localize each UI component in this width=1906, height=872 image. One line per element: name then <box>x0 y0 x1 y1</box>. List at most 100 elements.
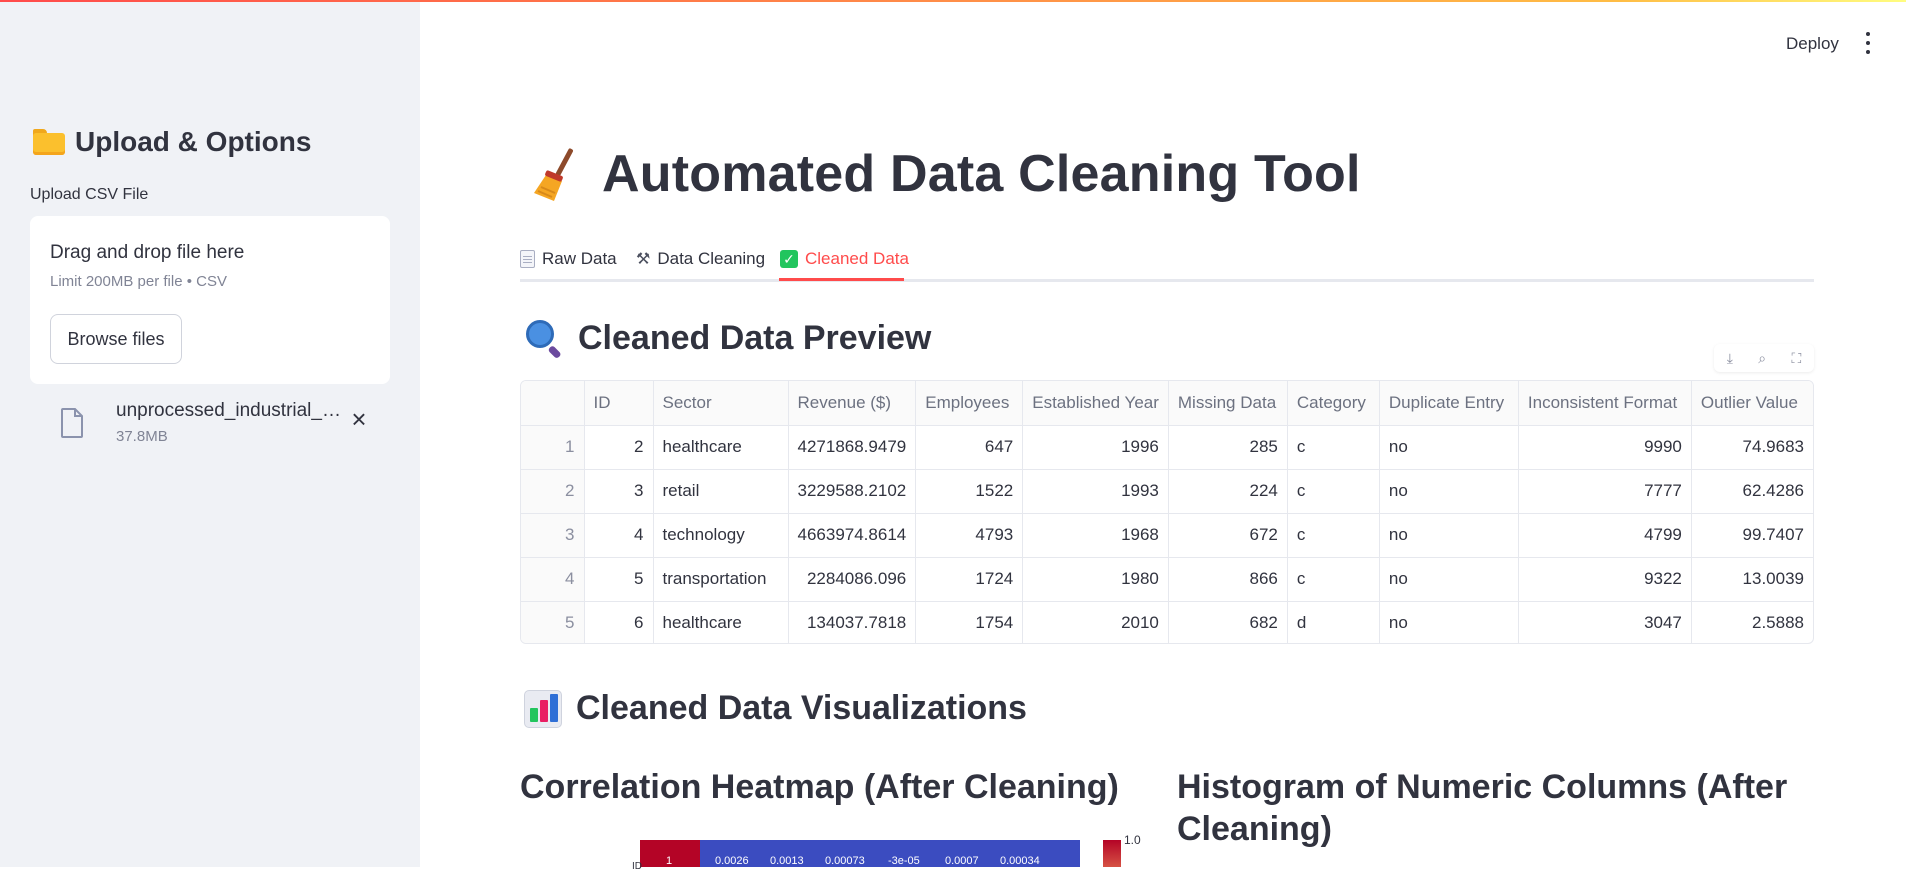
table-cell[interactable]: healthcare <box>653 601 789 643</box>
table-cell[interactable]: 1522 <box>915 469 1024 514</box>
table-cell[interactable]: 682 <box>1168 601 1288 643</box>
table-cell[interactable]: d <box>1287 601 1380 643</box>
row-index: 3 <box>521 513 585 558</box>
table-cell[interactable]: 99.7407 <box>1691 513 1813 558</box>
table-cell[interactable]: 1724 <box>915 557 1024 602</box>
table-cell[interactable]: 4271868.9479 <box>788 425 917 470</box>
table-cell[interactable]: 285 <box>1168 425 1288 470</box>
column-header[interactable]: Missing Data <box>1168 381 1288 426</box>
column-header[interactable]: Established Year <box>1022 381 1169 426</box>
table-cell[interactable]: 74.9683 <box>1691 425 1813 470</box>
table-cell[interactable]: 1754 <box>915 601 1024 643</box>
table-cell[interactable]: 2 <box>584 425 654 470</box>
tab-data-cleaning[interactable]: ⚒ Data Cleaning <box>636 244 765 274</box>
table-cell[interactable]: 9322 <box>1518 557 1692 602</box>
table-cell[interactable]: retail <box>653 469 789 514</box>
table-cell[interactable]: 2.5888 <box>1691 601 1813 643</box>
kebab-menu-icon[interactable] <box>1864 32 1872 54</box>
top-decoration-line <box>0 0 1906 2</box>
heatmap-title: Correlation Heatmap (After Cleaning) <box>520 768 1119 806</box>
heatmap-cell-label: 0.00073 <box>825 855 865 867</box>
tab-raw-data[interactable]: Raw Data <box>520 244 617 274</box>
table-cell[interactable]: 5 <box>584 557 654 602</box>
table-cell[interactable]: 1980 <box>1022 557 1169 602</box>
table-cell[interactable]: 134037.7818 <box>788 601 917 643</box>
table-cell[interactable]: 1996 <box>1022 425 1169 470</box>
heatmap-cell-label: -3e-05 <box>888 855 920 867</box>
column-header-index[interactable] <box>521 381 585 426</box>
column-header[interactable]: Outlier Value <box>1691 381 1813 426</box>
tab-cleaned-data[interactable]: ✓ Cleaned Data <box>780 244 909 274</box>
table-cell[interactable]: 1993 <box>1022 469 1169 514</box>
table-cell[interactable]: 6 <box>584 601 654 643</box>
active-tab-indicator <box>779 278 904 281</box>
deploy-button[interactable]: Deploy <box>1786 34 1839 54</box>
remove-file-icon[interactable]: × <box>348 406 370 432</box>
table-cell[interactable]: 4799 <box>1518 513 1692 558</box>
column-header[interactable]: Duplicate Entry <box>1379 381 1519 426</box>
column-header[interactable]: Category <box>1287 381 1380 426</box>
browse-files-button[interactable]: Browse files <box>50 314 182 364</box>
row-index: 1 <box>521 425 585 470</box>
sidebar-header: Upload & Options <box>33 126 311 158</box>
check-icon: ✓ <box>780 250 798 268</box>
table-cell[interactable]: no <box>1379 425 1519 470</box>
table-row: 1 2 healthcare 4271868.9479 647 1996 285… <box>521 425 1813 470</box>
page-title: Automated Data Cleaning Tool <box>602 145 1361 203</box>
table-cell[interactable]: 3047 <box>1518 601 1692 643</box>
file-size: 37.8MB <box>116 428 168 445</box>
preview-title: Cleaned Data Preview <box>578 318 932 357</box>
sidebar: Upload & Options Upload CSV File Drag an… <box>0 0 420 867</box>
table-cell[interactable]: 13.0039 <box>1691 557 1813 602</box>
table-cell[interactable]: no <box>1379 601 1519 643</box>
column-header[interactable]: ID <box>584 381 654 426</box>
upload-label: Upload CSV File <box>30 186 149 203</box>
table-cell[interactable]: 672 <box>1168 513 1288 558</box>
table-cell[interactable]: 7777 <box>1518 469 1692 514</box>
table-cell[interactable]: 9990 <box>1518 425 1692 470</box>
table-cell[interactable]: 866 <box>1168 557 1288 602</box>
download-icon[interactable]: ⤓ <box>1727 350 1733 367</box>
column-header[interactable]: Employees <box>915 381 1024 426</box>
table-cell[interactable]: 1968 <box>1022 513 1169 558</box>
table-cell[interactable]: c <box>1287 469 1380 514</box>
column-header[interactable]: Sector <box>653 381 789 426</box>
cleaned-data-table[interactable]: ID Sector Revenue ($) Employees Establis… <box>520 380 1814 644</box>
table-cell[interactable]: 2010 <box>1022 601 1169 643</box>
table-cell[interactable]: no <box>1379 513 1519 558</box>
table-cell[interactable]: transportation <box>653 557 789 602</box>
column-header[interactable]: Inconsistent Format <box>1518 381 1692 426</box>
dropzone-limit-text: Limit 200MB per file • CSV <box>50 273 227 290</box>
table-cell[interactable]: healthcare <box>653 425 789 470</box>
sidebar-title: Upload & Options <box>75 126 312 157</box>
column-header[interactable]: Revenue ($) <box>788 381 917 426</box>
tools-icon: ⚒ <box>636 251 651 268</box>
table-cell[interactable]: c <box>1287 425 1380 470</box>
histogram-title: Histogram of Numeric Columns (After Clea… <box>1177 768 1788 848</box>
table-cell[interactable]: c <box>1287 513 1380 558</box>
table-cell[interactable]: 3 <box>584 469 654 514</box>
preview-heading: Cleaned Data Preview <box>524 318 932 360</box>
fullscreen-icon[interactable]: ⛶ <box>1791 350 1801 367</box>
table-toolbar: ⤓ ⌕ ⛶ <box>1714 344 1814 372</box>
file-dropzone[interactable]: Drag and drop file here Limit 200MB per … <box>30 216 390 384</box>
table-cell[interactable]: 4 <box>584 513 654 558</box>
table-cell[interactable]: c <box>1287 557 1380 602</box>
table-cell[interactable]: technology <box>653 513 789 558</box>
table-cell[interactable]: 4663974.8614 <box>788 513 917 558</box>
dropzone-main-text: Drag and drop file here <box>50 242 245 263</box>
table-row: 5 6 healthcare 134037.7818 1754 2010 682… <box>521 601 1813 643</box>
table-cell[interactable]: 62.4286 <box>1691 469 1813 514</box>
table-cell[interactable]: 2284086.096 <box>788 557 917 602</box>
row-index: 2 <box>521 469 585 514</box>
visualizations-title: Cleaned Data Visualizations <box>576 689 1027 727</box>
correlation-heatmap: 1 0.0026 0.0013 0.00073 -3e-05 0.0007 0.… <box>640 840 1080 867</box>
table-cell[interactable]: 4793 <box>915 513 1024 558</box>
table-cell[interactable]: no <box>1379 469 1519 514</box>
table-cell[interactable]: 224 <box>1168 469 1288 514</box>
heatmap-cell-label: 1 <box>666 855 672 867</box>
table-cell[interactable]: 647 <box>915 425 1024 470</box>
table-cell[interactable]: 3229588.2102 <box>788 469 917 514</box>
table-cell[interactable]: no <box>1379 557 1519 602</box>
search-icon[interactable]: ⌕ <box>1758 350 1766 367</box>
